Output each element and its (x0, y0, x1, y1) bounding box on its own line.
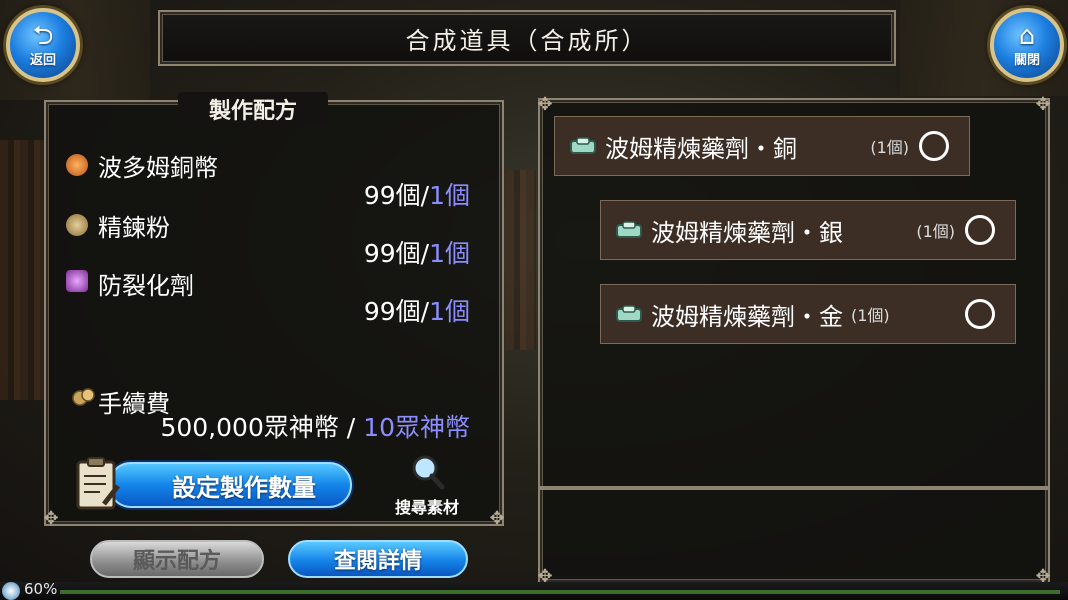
list-item[interactable]: 波姆精煉藥劑・銀 (1個) (600, 200, 1016, 260)
clipboard-icon (76, 457, 120, 510)
coin-icon (66, 154, 88, 176)
search-material-label: 搜尋素材 (394, 498, 459, 517)
close-button[interactable]: ⌂ 關閉 (990, 8, 1064, 82)
potion-box-icon (616, 305, 642, 322)
fee-value: 500,000眾神幣 / 10眾神幣 (160, 408, 470, 444)
set-quantity-label: 設定製作數量 (172, 473, 316, 502)
fee-label: 手續費 (98, 390, 170, 418)
corner-ornament: ✥ (489, 508, 505, 529)
search-material-button[interactable]: 搜尋素材 (384, 454, 470, 520)
back-button[interactable]: ⮌ 返回 (6, 8, 80, 82)
corner-ornament: ✥ (537, 94, 553, 115)
background-bookshelf (506, 170, 536, 350)
home-icon: ⌂ (1018, 20, 1036, 51)
potion-box-icon (570, 137, 596, 154)
material-quantity-separator: / (420, 181, 430, 210)
material-owned: 99個 (363, 297, 421, 326)
material-quantity: 99個/1個 (364, 234, 470, 270)
show-recipe-button[interactable]: 顯示配方 (90, 540, 264, 578)
material-required: 1個 (429, 181, 470, 210)
material-name: 波多姆銅幣 (98, 154, 218, 182)
return-arrow-icon: ⮌ (32, 20, 54, 51)
view-details-label: 查閱詳情 (333, 549, 422, 574)
item-count: (1個) (870, 138, 909, 157)
item-radio[interactable] (919, 131, 949, 161)
material-quantity: 99個/1個 (364, 176, 470, 212)
recipe-heading: 製作配方 (178, 92, 328, 126)
item-radio[interactable] (965, 215, 995, 245)
page-title: 合成道具（合成所） (405, 26, 649, 55)
item-name: 波姆精煉藥劑・銅 (605, 134, 797, 163)
material-name: 防裂化劑 (98, 272, 194, 300)
corner-ornament: ✥ (43, 508, 59, 529)
material-quantity: 99個/1個 (364, 292, 470, 328)
corner-ornament: ✥ (1035, 94, 1051, 115)
battery-level: 60% (24, 580, 58, 598)
fee-separator: / (338, 413, 364, 442)
background-bookshelf (0, 140, 44, 400)
list-divider (540, 486, 1048, 490)
material-quantity-separator: / (420, 297, 430, 326)
material-name: 精鍊粉 (98, 214, 170, 242)
list-item[interactable]: 波姆精煉藥劑・金 (1個) (600, 284, 1016, 344)
set-quantity-button[interactable]: 設定製作數量 (108, 462, 352, 508)
view-details-button[interactable]: 查閱詳情 (288, 540, 468, 578)
item-radio[interactable] (965, 299, 995, 329)
material-owned: 99個 (363, 239, 421, 268)
status-track (60, 590, 1060, 594)
item-name: 波姆精煉藥劑・金 (651, 302, 843, 331)
material-owned: 99個 (363, 181, 421, 210)
potion-flask-icon (66, 270, 88, 292)
close-button-label: 關閉 (1013, 52, 1040, 68)
item-name: 波姆精煉藥劑・銀 (651, 218, 843, 247)
material-required: 1個 (429, 297, 470, 326)
material-required: 1個 (429, 239, 470, 268)
item-count: (1個) (851, 306, 890, 325)
material-quantity-separator: / (420, 239, 430, 268)
status-bar (0, 582, 1068, 600)
fee-required: 10眾神幣 (363, 413, 470, 442)
show-recipe-label: 顯示配方 (132, 549, 221, 574)
list-item[interactable]: 波姆精煉藥劑・銅 (1個) (554, 116, 970, 176)
powder-bag-icon (66, 214, 88, 236)
magnifier-icon (412, 455, 445, 490)
coins-icon (72, 388, 95, 406)
potion-box-icon (616, 221, 642, 238)
fee-owned: 500,000眾神幣 (160, 413, 339, 442)
back-button-label: 返回 (29, 52, 56, 68)
item-count: (1個) (916, 222, 955, 241)
title-bar: 合成道具（合成所） (158, 10, 896, 66)
battery-icon (2, 582, 20, 600)
